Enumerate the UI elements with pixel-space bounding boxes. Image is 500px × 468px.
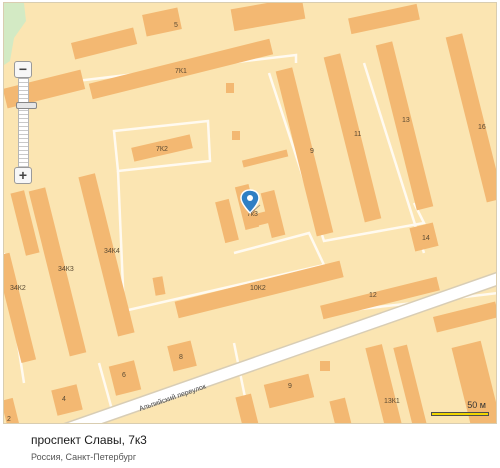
building-label: 9 <box>310 148 314 155</box>
building <box>230 3 306 32</box>
scale-label: 50 м <box>467 400 486 410</box>
building <box>71 27 138 60</box>
zoom-control: − + <box>14 61 37 185</box>
building-label: 4 <box>62 396 66 403</box>
scale-indicator: 50 м <box>427 400 489 416</box>
park-area <box>4 3 26 65</box>
building <box>445 33 496 203</box>
building <box>215 198 239 244</box>
building-label: 9 <box>288 383 292 390</box>
building <box>263 373 315 409</box>
building-label: 14 <box>422 235 430 242</box>
building-label: 10К2 <box>250 285 266 292</box>
building <box>232 131 240 140</box>
building-label: 34К3 <box>58 266 74 273</box>
building <box>320 361 330 371</box>
building <box>235 393 261 423</box>
scale-bar <box>431 412 489 416</box>
building <box>226 83 234 93</box>
address-subtitle: Россия, Санкт-Петербург <box>31 452 137 462</box>
building-label: 2 <box>7 416 11 423</box>
map-view[interactable]: 5 7К1 7К2 7к3 9 11 13 16 34К4 34К3 34К2 … <box>3 2 497 424</box>
building <box>51 384 83 416</box>
building <box>323 53 382 223</box>
building-label: 8 <box>179 354 183 361</box>
address-title: проспект Славы, 7к3 <box>31 433 147 447</box>
block-outline <box>116 170 326 313</box>
building-label: 7К1 <box>175 68 187 75</box>
building-label: 16 <box>478 124 486 131</box>
building <box>329 397 355 423</box>
map-widget: 5 7К1 7К2 7к3 9 11 13 16 34К4 34К3 34К2 … <box>0 0 500 468</box>
building <box>348 3 420 35</box>
building-label: 13К1 <box>384 398 400 405</box>
zoom-slider-track[interactable] <box>16 78 37 168</box>
building <box>4 252 37 364</box>
zoom-slider-handle[interactable] <box>16 102 37 109</box>
building-label: 34К4 <box>104 248 120 255</box>
building-label: 6 <box>122 372 126 379</box>
map-canvas[interactable]: 5 7К1 7К2 7к3 9 11 13 16 34К4 34К3 34К2 … <box>4 3 497 424</box>
building-label: 34К2 <box>10 285 26 292</box>
zoom-in-button[interactable]: + <box>14 167 32 184</box>
building-label: 12 <box>369 292 377 299</box>
zoom-out-button[interactable]: − <box>14 61 32 78</box>
building-label: 7К2 <box>156 146 168 153</box>
building-label: 13 <box>402 117 410 124</box>
building-label: 11 <box>354 131 361 138</box>
building-label: 5 <box>174 22 178 29</box>
building <box>152 276 166 296</box>
building <box>433 301 496 333</box>
building <box>241 149 289 168</box>
